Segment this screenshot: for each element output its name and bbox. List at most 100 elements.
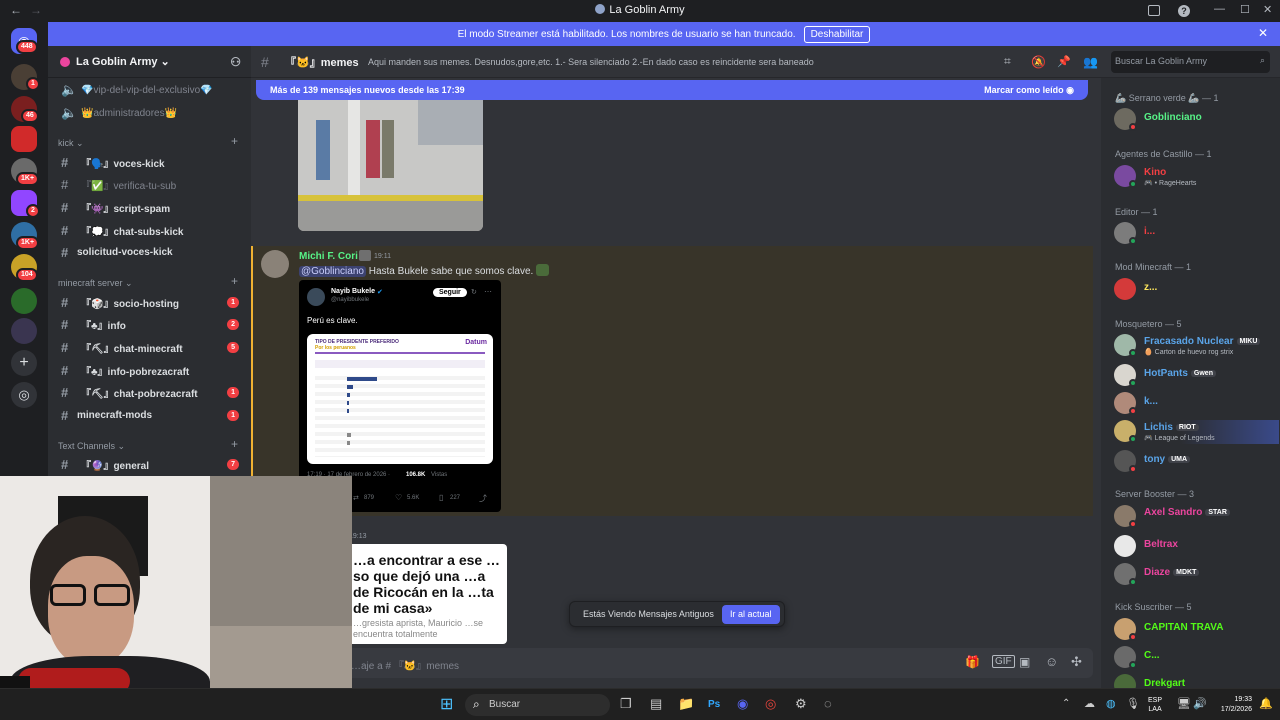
tray-app-icon[interactable]: ☁ [1084, 697, 1095, 710]
channel-topic[interactable]: Aqui manden sus memes. Desnudos,gore,etc… [368, 57, 814, 67]
windows-start-icon[interactable]: ⊞ [440, 694, 453, 714]
server-icon[interactable] [11, 126, 37, 152]
guild-header[interactable]: La Goblin Army ⌄ ⚇ [48, 46, 251, 78]
file-explorer-icon[interactable]: 📁 [678, 696, 694, 712]
app-icon[interactable]: ▤ [650, 696, 662, 712]
gift-icon[interactable]: 🎁 [965, 655, 980, 669]
channel-item[interactable]: # 『⛏』chat-pobrezacraft 1 [48, 382, 251, 402]
member-item[interactable]: Fracasado Nuclear MIKU 🥚 Carton de huevo r… [1114, 334, 1274, 358]
channel-item[interactable]: # 『🔮』general 7 [48, 454, 251, 474]
close-button[interactable]: ✕ [1263, 3, 1272, 16]
add-channel-icon[interactable]: + [231, 134, 238, 148]
tweet-handle: @nayibbukele [331, 297, 370, 303]
channel-item[interactable]: # 『⛏』chat-minecraft 5 [48, 337, 251, 357]
notifications-icon[interactable]: 🔔 [1259, 697, 1273, 710]
hash-icon: # [61, 199, 69, 215]
unread-badge: 104 [16, 268, 38, 282]
network-icon[interactable]: 🖥 [1177, 697, 1191, 710]
member-category: Agentes de Castillo — 1 [1115, 149, 1212, 159]
image-attachment[interactable] [298, 100, 483, 231]
channel-item[interactable]: # 『💭』chat-subs-kick [48, 220, 251, 240]
disable-streamer-button[interactable]: Deshabilitar [803, 25, 871, 43]
apps-icon[interactable]: ✣ [1071, 654, 1082, 670]
member-item[interactable]: i... [1114, 222, 1274, 246]
chrome-icon[interactable]: ◎ [765, 696, 776, 712]
add-member-icon[interactable]: ⚇ [230, 55, 241, 69]
voice-channel[interactable]: 🔈 👑administradores👑 [48, 103, 251, 123]
member-item[interactable]: Diaze MDKT [1114, 563, 1274, 587]
refresh-icon[interactable]: ↻ [471, 288, 477, 296]
close-icon[interactable]: ✕ [1258, 26, 1268, 40]
add-channel-icon[interactable]: + [231, 437, 238, 451]
member-item[interactable]: Beltrax [1114, 535, 1274, 559]
member-item[interactable]: C... [1114, 646, 1274, 670]
inbox-icon[interactable] [1148, 5, 1160, 16]
discord-app-icon[interactable]: ◉ [737, 696, 748, 712]
add-server-icon[interactable]: + [11, 350, 37, 376]
member-item[interactable]: Axel Sandro STAR [1114, 505, 1274, 529]
steam-icon[interactable]: ⚙ [795, 696, 807, 712]
mark-as-read-button[interactable]: Marcar como leído ◉ [984, 85, 1074, 96]
language-indicator[interactable]: ESP LAA [1148, 696, 1162, 714]
channel-item[interactable]: # minecraft-mods 1 [48, 405, 251, 425]
member-list-icon[interactable]: 👥 [1083, 55, 1098, 69]
notification-muted-icon[interactable]: 🔕 [1031, 55, 1046, 69]
pin-icon[interactable]: 📌 [1057, 55, 1071, 68]
category-text-channels[interactable]: Text Channels ⌄ [58, 441, 125, 452]
app-icon[interactable]: ◌ [824, 696, 832, 711]
channel-item[interactable]: # 『🗣️』voces-kick [48, 152, 251, 172]
member-item[interactable]: Goblinciano [1114, 108, 1274, 132]
minimize-button[interactable]: — [1214, 3, 1225, 15]
clock[interactable]: 19:33 17/2/2026 [1214, 695, 1252, 715]
retweet-icon[interactable]: ⇄ [353, 494, 359, 502]
help-icon[interactable]: ? [1178, 5, 1190, 17]
channel-item[interactable]: # 『✅』verifica-tu-sub [48, 174, 251, 194]
channel-item[interactable]: # 『🎲』socio-hosting 1 [48, 292, 251, 312]
microphone-icon[interactable]: 🎙 [1126, 697, 1140, 710]
photoshop-icon[interactable]: Ps [708, 699, 720, 710]
discover-icon[interactable]: ◎ [11, 382, 37, 408]
unread-badge: 5 [227, 341, 239, 353]
channel-item[interactable]: # 『👾』script-spam [48, 197, 251, 217]
jump-to-present-button[interactable]: Ir al actual [722, 605, 780, 624]
member-item[interactable]: Lichis RIOT 🎮 League of Legends [1114, 420, 1279, 444]
server-icon[interactable] [11, 318, 37, 344]
member-item[interactable]: CAPITAN TRAVA [1114, 618, 1274, 642]
message-author[interactable]: Michi F. Cori [299, 251, 358, 262]
follow-button[interactable]: Seguir [433, 288, 467, 297]
category-minecraft[interactable]: minecraft server ⌄ [58, 278, 133, 289]
member-item[interactable]: Kino 🎮 • RageHearts [1114, 165, 1274, 189]
message-composer[interactable]: …aje a # 『🐱』memes 🎁 GIF ▣ ☺ ✣ [259, 648, 1093, 678]
maximize-button[interactable]: ☐ [1240, 3, 1250, 16]
add-channel-icon[interactable]: + [231, 274, 238, 288]
user-mention[interactable]: @Goblinciano [299, 266, 366, 277]
category-kick[interactable]: kick ⌄ [58, 138, 84, 149]
threads-icon[interactable]: ⌗ [1004, 54, 1011, 69]
gif-icon[interactable]: GIF [992, 655, 1015, 668]
member-item[interactable]: Drekgart [1114, 674, 1274, 688]
new-messages-bar[interactable]: Más de 139 mensajes nuevos desde las 17:… [256, 80, 1088, 100]
member-item[interactable]: k... [1114, 392, 1274, 416]
channel-item[interactable]: # solicitud-voces-kick [48, 242, 251, 262]
emoji-icon[interactable]: ☺ [1045, 654, 1058, 669]
avatar[interactable] [261, 250, 289, 278]
member-item[interactable]: z... [1114, 278, 1274, 302]
share-icon[interactable]: ⤴ [479, 493, 487, 504]
channel-item[interactable]: # 『♣』info-pobrezacraft [48, 360, 251, 380]
tray-app-icon[interactable]: ◍ [1106, 697, 1116, 710]
voice-channel[interactable]: 🔈 💎vip-del-vip-del-exclusivo💎 [48, 80, 251, 100]
member-item[interactable]: tony UMA [1114, 450, 1274, 474]
server-icon[interactable] [11, 288, 37, 314]
channel-item[interactable]: # 『♣』info 2 [48, 314, 251, 334]
volume-icon[interactable]: 🔊 [1193, 697, 1207, 710]
task-view-icon[interactable]: ❐ [620, 696, 632, 712]
bookmark-icon[interactable]: ▯ [439, 493, 443, 502]
like-icon[interactable]: ♡ [395, 493, 402, 502]
taskbar-search-input[interactable]: ⌕ Buscar [465, 694, 610, 716]
tray-expand-icon[interactable]: ⌃ [1062, 698, 1070, 709]
tweet-image[interactable]: TIPO DE PRESIDENTE PREFERIDO Por los per… [307, 334, 493, 464]
sticker-icon[interactable]: ▣ [1019, 655, 1030, 669]
search-input[interactable]: Buscar La Goblin Army ⌕ [1111, 51, 1270, 73]
member-item[interactable]: HotPants Gwen [1114, 364, 1274, 388]
more-icon[interactable]: ⋯ [484, 287, 492, 296]
